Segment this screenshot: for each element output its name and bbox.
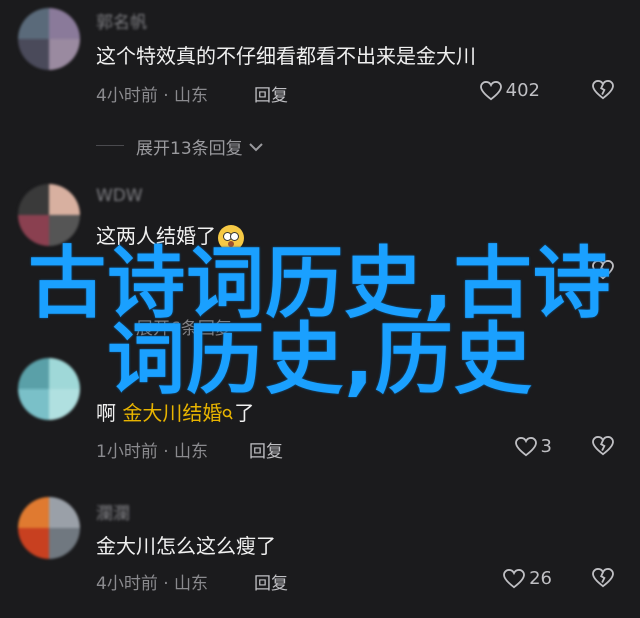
dislike-button[interactable] — [592, 568, 614, 588]
time-location: 1小时前 · 山东 — [96, 442, 209, 462]
avatar[interactable] — [18, 8, 80, 70]
overlay-line-1: 古诗词历史,古诗 — [28, 239, 612, 329]
like-count: 402 — [505, 80, 540, 101]
chevron-down-icon — [248, 137, 263, 157]
like-button[interactable]: 26 — [503, 568, 552, 589]
comment-text: 金大川怎么这么瘦了 — [96, 534, 276, 558]
avatar[interactable] — [18, 184, 80, 246]
heart-icon — [479, 80, 502, 101]
reply-button[interactable]: 回复 — [254, 569, 288, 594]
broken-heart-icon — [592, 568, 614, 588]
broken-heart-icon — [592, 436, 614, 456]
search-icon — [222, 403, 234, 427]
divider — [96, 145, 124, 146]
like-count: 26 — [529, 568, 552, 589]
dislike-button[interactable] — [592, 80, 614, 100]
username[interactable]: 郭名帆 — [96, 8, 147, 33]
expand-label: 展开13条回复 — [136, 139, 243, 159]
heart-icon — [503, 568, 526, 589]
username[interactable]: WDW — [96, 186, 143, 206]
expand-replies-button[interactable]: 展开13条回复 — [136, 134, 263, 159]
like-count: 3 — [540, 436, 552, 457]
time-location: 4小时前 · 山东 — [96, 574, 209, 594]
reply-button[interactable]: 回复 — [254, 81, 288, 106]
reply-button[interactable]: 回复 — [249, 437, 283, 462]
like-button[interactable]: 3 — [514, 436, 552, 457]
time-location: 4小时前 · 山东 — [96, 86, 209, 106]
dislike-button[interactable] — [592, 436, 614, 456]
avatar[interactable] — [18, 497, 80, 559]
broken-heart-icon — [592, 80, 614, 100]
like-button[interactable]: 402 — [479, 80, 540, 101]
overlay-line-2: 词历史,历史 — [107, 315, 533, 405]
username[interactable]: 瀾瀾 — [96, 499, 130, 524]
comment-text: 这个特效真的不仔细看都看不出来是金大川 — [96, 44, 476, 68]
heart-icon — [514, 436, 537, 457]
